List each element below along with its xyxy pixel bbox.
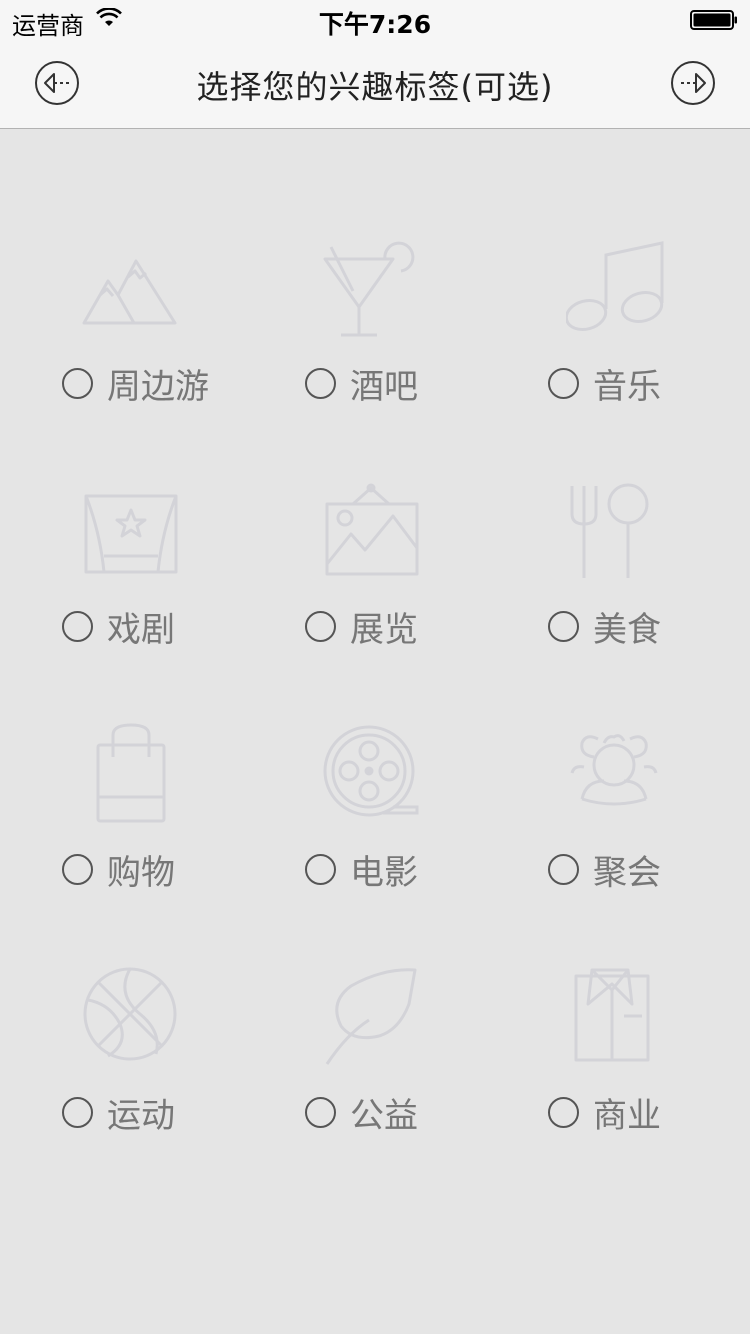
radio-button[interactable]	[62, 1096, 93, 1128]
radio-button[interactable]	[305, 367, 336, 399]
page-title: 选择您的兴趣标签(可选)	[196, 68, 554, 106]
tag-option[interactable]: 酒吧	[305, 360, 418, 407]
tag-label: 公益	[350, 1095, 418, 1136]
radio-button[interactable]	[548, 853, 579, 885]
tag-label: 商业	[593, 1095, 661, 1136]
theater-icon	[80, 478, 184, 582]
music-note-icon	[564, 235, 670, 339]
radio-button[interactable]	[548, 610, 579, 642]
radio-button[interactable]	[62, 367, 93, 399]
tag-cell[interactable]: 聚会	[496, 716, 739, 959]
tag-option[interactable]: 购物	[62, 846, 175, 893]
leaf-icon	[323, 964, 427, 1068]
tag-label: 聚会	[593, 852, 661, 893]
tag-label: 展览	[350, 609, 418, 650]
tag-cell[interactable]: 展览	[253, 473, 496, 716]
tag-cell[interactable]: 周边游	[10, 230, 253, 473]
tag-cell[interactable]: 商业	[496, 959, 739, 1202]
back-button[interactable]	[34, 60, 80, 106]
tag-label: 运动	[107, 1095, 175, 1136]
tag-cell[interactable]: 音乐	[496, 230, 739, 473]
tag-option[interactable]: 商业	[548, 1089, 661, 1136]
radio-button[interactable]	[62, 610, 93, 642]
people-group-icon	[566, 721, 670, 825]
tag-cell[interactable]: 运动	[10, 959, 253, 1202]
tag-option[interactable]: 音乐	[548, 360, 661, 407]
tag-option[interactable]: 展览	[305, 603, 418, 650]
radio-button[interactable]	[305, 853, 336, 885]
tag-cell[interactable]: 酒吧	[253, 230, 496, 473]
mountain-icon	[80, 235, 184, 339]
tag-option[interactable]: 周边游	[62, 360, 209, 407]
tag-option[interactable]: 电影	[305, 846, 418, 893]
tag-option[interactable]: 运动	[62, 1089, 175, 1136]
radio-button[interactable]	[62, 853, 93, 885]
business-shirt-icon	[566, 964, 670, 1068]
tag-label: 购物	[107, 852, 175, 893]
status-bar: 运营商 下午7:26	[0, 0, 750, 40]
radio-button[interactable]	[305, 610, 336, 642]
tag-label: 酒吧	[350, 366, 418, 407]
tag-cell[interactable]: 戏剧	[10, 473, 253, 716]
tag-label: 戏剧	[107, 609, 175, 650]
battery-icon	[690, 10, 737, 30]
tag-label: 电影	[350, 852, 418, 893]
next-button[interactable]	[670, 60, 716, 106]
arrow-left-circle-icon	[35, 61, 79, 105]
radio-button[interactable]	[548, 367, 579, 399]
tag-option[interactable]: 戏剧	[62, 603, 175, 650]
tag-cell[interactable]: 公益	[253, 959, 496, 1202]
tag-label: 周边游	[107, 366, 209, 407]
tag-cell[interactable]: 购物	[10, 716, 253, 959]
basketball-icon	[80, 964, 184, 1068]
picture-frame-icon	[323, 478, 427, 582]
status-time: 下午7:26	[318, 10, 432, 39]
tag-label: 美食	[593, 609, 661, 650]
tag-option[interactable]: 聚会	[548, 846, 661, 893]
fork-spoon-icon	[566, 478, 670, 582]
radio-button[interactable]	[305, 1096, 336, 1128]
tag-option[interactable]: 公益	[305, 1089, 418, 1136]
arrow-right-circle-icon	[671, 61, 715, 105]
cocktail-icon	[323, 235, 427, 339]
film-reel-icon	[323, 721, 427, 825]
radio-button[interactable]	[548, 1096, 579, 1128]
shopping-bag-icon	[80, 721, 184, 825]
interest-tag-grid: 周边游 酒吧 音乐 戏剧 展览 美食 购物 电影 聚会 运动 公益 商业	[10, 230, 740, 1202]
tag-cell[interactable]: 电影	[253, 716, 496, 959]
tag-option[interactable]: 美食	[548, 603, 661, 650]
tag-label: 音乐	[593, 366, 661, 407]
nav-bar: 选择您的兴趣标签(可选)	[0, 40, 750, 129]
tag-cell[interactable]: 美食	[496, 473, 739, 716]
